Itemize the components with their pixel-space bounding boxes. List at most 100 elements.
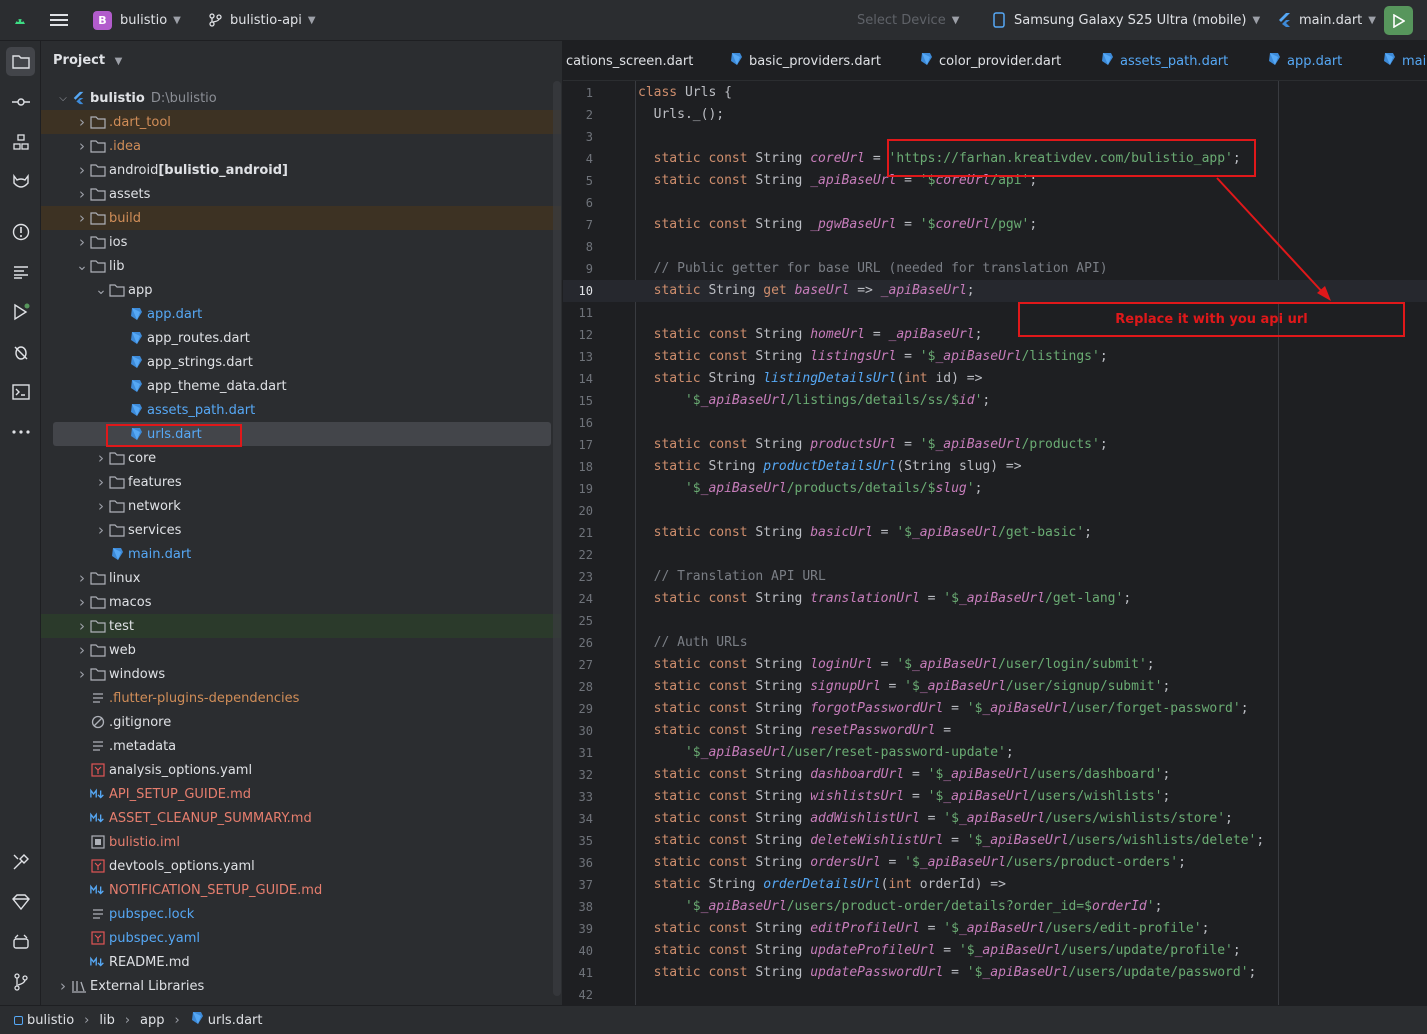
chevron-right-icon[interactable]: › bbox=[74, 569, 90, 587]
tree-root[interactable]: ⌵ bulistio D:\bulistio bbox=[41, 86, 561, 110]
code-line[interactable]: 36 static const String ordersUrl = '$_ap… bbox=[563, 852, 1427, 874]
chevron-right-icon[interactable]: › bbox=[74, 233, 90, 251]
tree-item-build[interactable]: › build bbox=[41, 206, 561, 230]
code-line[interactable]: 1 class Urls { bbox=[563, 82, 1427, 104]
breadcrumb-item[interactable]: bulistio bbox=[27, 1013, 74, 1028]
tree-item-app-dart[interactable]: app.dart bbox=[41, 302, 561, 326]
problems-icon[interactable] bbox=[6, 217, 35, 246]
main-menu-icon[interactable] bbox=[50, 0, 68, 41]
code-line[interactable]: 14 static String listingDetailsUrl(int i… bbox=[563, 368, 1427, 390]
tree-item-pubspec-lock[interactable]: pubspec.lock bbox=[41, 902, 561, 926]
run-button[interactable] bbox=[1384, 6, 1413, 35]
code-line[interactable]: 22 bbox=[563, 544, 1427, 566]
code-line[interactable]: 18 static String productDetailsUrl(Strin… bbox=[563, 456, 1427, 478]
logcat-icon[interactable] bbox=[6, 257, 35, 286]
chevron-right-icon[interactable]: › bbox=[74, 113, 90, 131]
tree-item-bulistio-iml[interactable]: bulistio.iml bbox=[41, 830, 561, 854]
code-line[interactable]: 15 '$_apiBaseUrl/listings/details/ss/$id… bbox=[563, 390, 1427, 412]
chevron-right-icon[interactable]: › bbox=[74, 209, 90, 227]
tree-item-lib[interactable]: ⌄ lib bbox=[41, 254, 561, 278]
android-icon[interactable] bbox=[12, 0, 28, 41]
tree-item-core[interactable]: › core bbox=[41, 446, 561, 470]
tree-item-devtools-options-yaml[interactable]: devtools_options.yaml bbox=[41, 854, 561, 878]
editor-tab[interactable]: cations_screen.dart bbox=[566, 41, 693, 80]
code-line[interactable]: 26 // Auth URLs bbox=[563, 632, 1427, 654]
editor-tab[interactable]: main bbox=[1382, 41, 1427, 80]
code-line[interactable]: 19 '$_apiBaseUrl/products/details/$slug'… bbox=[563, 478, 1427, 500]
chevron-down-icon[interactable]: ⌄ bbox=[74, 258, 90, 274]
breadcrumb-item[interactable]: lib bbox=[99, 1013, 114, 1028]
chevron-right-icon[interactable]: › bbox=[74, 617, 90, 635]
branch-switcher[interactable]: bulistio-api ▼ bbox=[208, 0, 316, 41]
device-manager-icon[interactable] bbox=[6, 927, 35, 956]
tree-item-main-dart[interactable]: main.dart bbox=[41, 542, 561, 566]
chevron-right-icon[interactable]: › bbox=[74, 161, 90, 179]
code-line[interactable]: 25 bbox=[563, 610, 1427, 632]
editor-tab[interactable]: color_provider.dart bbox=[919, 41, 1061, 80]
tree-item-idea[interactable]: › .idea bbox=[41, 134, 561, 158]
tree-item-pubspec-yaml[interactable]: pubspec.yaml bbox=[41, 926, 561, 950]
tree-item-external-libraries[interactable]: › External Libraries bbox=[41, 974, 561, 998]
tree-item-readme-md[interactable]: README.md bbox=[41, 950, 561, 974]
editor-tab[interactable]: basic_providers.dart bbox=[729, 41, 881, 80]
debug-icon[interactable] bbox=[6, 337, 35, 366]
chevron-right-icon[interactable]: › bbox=[74, 641, 90, 659]
chevron-right-icon[interactable]: › bbox=[55, 977, 71, 995]
code-line[interactable]: 40 static const String updateProfileUrl … bbox=[563, 940, 1427, 962]
tree-item-test[interactable]: › test bbox=[41, 614, 561, 638]
chevron-right-icon[interactable]: › bbox=[93, 473, 109, 491]
more-tools-icon[interactable] bbox=[6, 417, 35, 446]
terminal-icon[interactable] bbox=[6, 377, 35, 406]
commit-icon[interactable] bbox=[6, 87, 35, 116]
device-selector[interactable]: Samsung Galaxy S25 Ultra (mobile) ▼ bbox=[993, 0, 1260, 41]
structure-icon[interactable] bbox=[6, 127, 35, 156]
project-tool-icon[interactable] bbox=[6, 47, 35, 76]
chevron-right-icon[interactable]: › bbox=[93, 497, 109, 515]
tree-item-metadata[interactable]: .metadata bbox=[41, 734, 561, 758]
code-line[interactable]: 20 bbox=[563, 500, 1427, 522]
tree-item-windows[interactable]: › windows bbox=[41, 662, 561, 686]
tree-item-dart-tool[interactable]: › .dart_tool bbox=[41, 110, 561, 134]
code-editor[interactable]: 1 class Urls {2 Urls._(); 3 4 static const … bbox=[563, 81, 1427, 1005]
gem-icon[interactable] bbox=[6, 887, 35, 916]
code-line[interactable]: 7 static const String _pgwBaseUrl = '$co… bbox=[563, 214, 1427, 236]
code-line[interactable]: 37 static String orderDetailsUrl(int ord… bbox=[563, 874, 1427, 896]
tree-item-features[interactable]: › features bbox=[41, 470, 561, 494]
code-line[interactable]: 28 static const String signupUrl = '$_ap… bbox=[563, 676, 1427, 698]
code-line[interactable]: 24 static const String translationUrl = … bbox=[563, 588, 1427, 610]
tree-item-app-theme-data-dart[interactable]: app_theme_data.dart bbox=[41, 374, 561, 398]
flutter-inspector-icon[interactable] bbox=[6, 167, 35, 196]
tree-item-api-setup-guide-md[interactable]: API_SETUP_GUIDE.md bbox=[41, 782, 561, 806]
code-line[interactable]: 39 static const String editProfileUrl = … bbox=[563, 918, 1427, 940]
tree-item-android[interactable]: › android [bulistio_android] bbox=[41, 158, 561, 182]
tree-item-services[interactable]: › services bbox=[41, 518, 561, 542]
tree-item-ios[interactable]: › ios bbox=[41, 230, 561, 254]
project-switcher[interactable]: B bulistio ▼ bbox=[93, 0, 181, 41]
code-line[interactable]: 2 Urls._(); bbox=[563, 104, 1427, 126]
code-line[interactable]: 16 bbox=[563, 412, 1427, 434]
chevron-right-icon[interactable]: › bbox=[93, 449, 109, 467]
code-line[interactable]: 33 static const String wishlistsUrl = '$… bbox=[563, 786, 1427, 808]
code-line[interactable]: 10 static String get baseUrl => _apiBase… bbox=[563, 280, 1427, 302]
tree-item-gitignore[interactable]: .gitignore bbox=[41, 710, 561, 734]
code-line[interactable]: 6 bbox=[563, 192, 1427, 214]
chevron-right-icon[interactable]: › bbox=[74, 185, 90, 203]
run-config-selector[interactable]: main.dart ▼ bbox=[1277, 0, 1376, 41]
code-line[interactable]: 21 static const String basicUrl = '$_api… bbox=[563, 522, 1427, 544]
tree-item-app-routes-dart[interactable]: app_routes.dart bbox=[41, 326, 561, 350]
code-line[interactable]: 42 bbox=[563, 984, 1427, 1005]
code-line[interactable]: 23 // Translation API URL bbox=[563, 566, 1427, 588]
code-line[interactable]: 35 static const String deleteWishlistUrl… bbox=[563, 830, 1427, 852]
run-tool-icon[interactable] bbox=[6, 297, 35, 326]
breadcrumb-item[interactable]: app bbox=[140, 1013, 164, 1028]
code-line[interactable]: 34 static const String addWishlistUrl = … bbox=[563, 808, 1427, 830]
editor-tab[interactable]: app.dart bbox=[1267, 41, 1342, 80]
build-variants-icon[interactable] bbox=[6, 847, 35, 876]
code-line[interactable]: 13 static const String listingsUrl = '$_… bbox=[563, 346, 1427, 368]
chevron-right-icon[interactable]: › bbox=[74, 665, 90, 683]
select-device-dropdown[interactable]: Select Device ▼ bbox=[857, 0, 959, 41]
chevron-right-icon[interactable]: › bbox=[93, 521, 109, 539]
code-line[interactable]: 30 static const String resetPasswordUrl … bbox=[563, 720, 1427, 742]
project-panel-header[interactable]: Project ▼ bbox=[53, 53, 122, 68]
tree-item-assets[interactable]: › assets bbox=[41, 182, 561, 206]
